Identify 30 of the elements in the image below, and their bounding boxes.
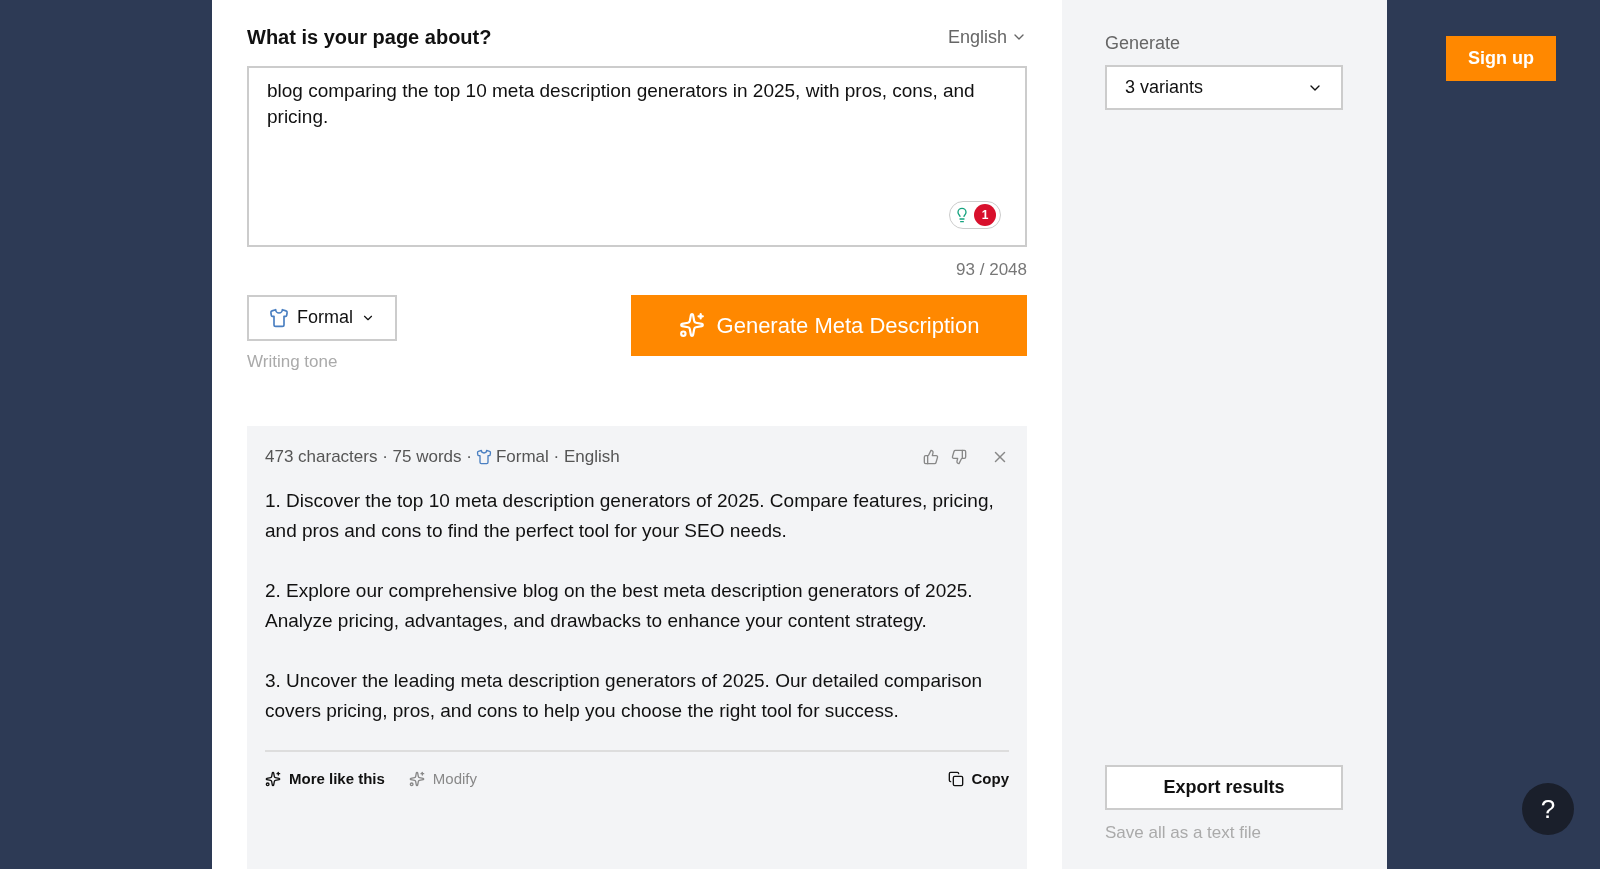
generate-label: Generate [1105,32,1182,55]
sparkle-icon [408,770,425,787]
shirt-icon [269,307,289,328]
copy-icon [947,770,964,787]
tone-dropdown[interactable]: Formal [247,294,397,341]
spelling-badge[interactable]: 1 [949,201,1001,229]
thumbs-up-button[interactable] [923,448,939,465]
shirt-icon [475,448,492,465]
result-action[interactable]: Copy [947,767,1009,790]
description-variant: 3. Uncover the leading meta description generators of 2025. Our detailed comparison covers pricing, pros, and cons to help you choose the right tool for success. [265,668,984,723]
thumbs-down-button[interactable] [951,448,967,465]
issue-count: 1 [974,204,996,226]
description-variant: 1. Discover the top 10 meta description generators of 2025. Compare features, pricing, and pros and cons to find the perfect tool for your SEO needs. [265,488,995,543]
tone-label: Writing tone [247,350,339,373]
sparkle-icon [678,312,705,338]
result-stats: 473 characters · 75 words · [265,446,472,468]
sparkle-icon [265,770,281,787]
language-dropdown[interactable]: English [947,23,1027,51]
help-button[interactable]: ? [1522,783,1574,835]
lightbulb-icon [954,207,970,223]
character-counter: 93 / 2048 [956,259,1027,281]
result-tone: Formal · English [495,446,620,468]
description-variant: 2. Explore our comprehensive blog on the best meta description generators of 2025. Analyze pricing, advantages, and drawbacks to enhance your content strategy. [265,578,974,633]
topic-text: blog comparing the top 10 meta description generators in 2025, with pros, cons, and pricing. [267,79,976,129]
export-button[interactable]: Export results [1105,764,1343,810]
variants-dropdown[interactable]: 3 variants [1105,65,1343,110]
export-hint: Save all as a text file [1105,821,1262,844]
topic-input[interactable]: blog comparing the top 10 meta description generators in 2025, with pros, cons, and pricing. 1 [247,66,1027,247]
result-action[interactable]: More like this [265,767,385,790]
form-heading: What is your page about? [247,25,492,50]
